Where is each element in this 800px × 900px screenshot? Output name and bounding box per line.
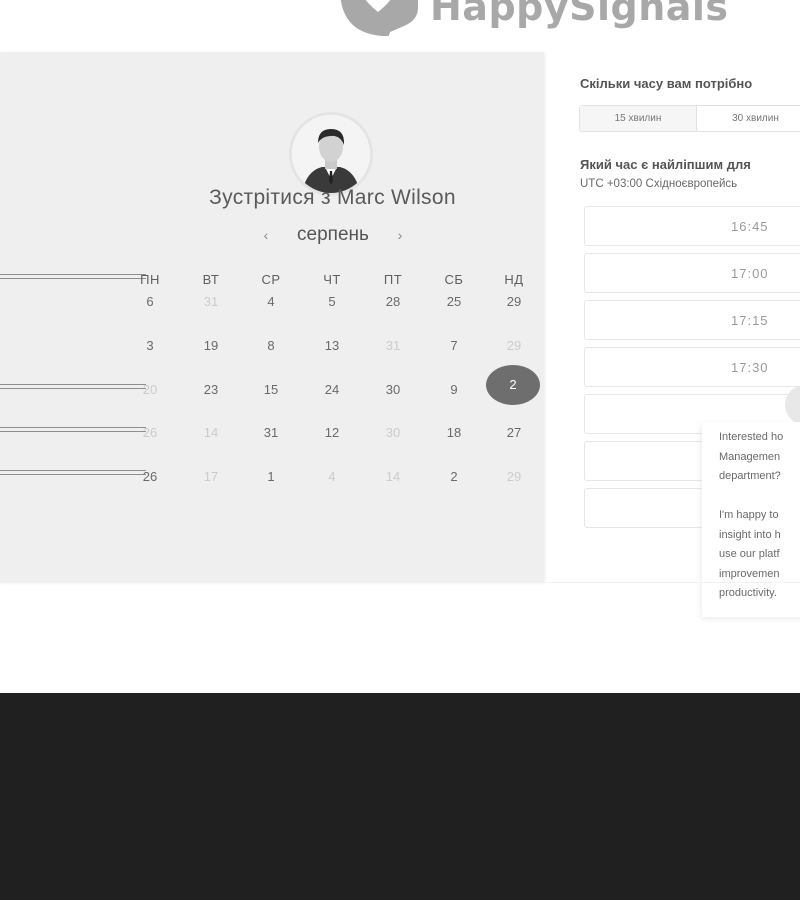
person-photo-icon — [292, 115, 370, 193]
divider — [0, 582, 800, 583]
duration-tabs: 15 хвилин 30 хвилин — [579, 105, 800, 132]
calendar-day[interactable]: 30 — [363, 382, 423, 397]
calendar-day[interactable]: 19 — [181, 338, 241, 353]
chat-line: Managemen — [719, 450, 781, 463]
calendar-day[interactable]: 4 — [241, 294, 301, 309]
calendar-day[interactable]: 8 — [241, 338, 301, 353]
chevron-right-icon[interactable]: › — [392, 227, 408, 243]
brand-name: HappySignals — [430, 0, 729, 29]
calendar-day[interactable]: 25 — [424, 294, 484, 309]
footer — [0, 693, 800, 900]
chat-line: Interested ho — [719, 431, 784, 443]
time-slot[interactable]: 17:00 — [584, 253, 800, 293]
chat-message-popup[interactable]: Interested ho Managemen department? I'm … — [702, 422, 800, 617]
calendar-panel: Зустрітися з Marc Wilson ‹ серпень › ПН В… — [0, 52, 544, 582]
time-slot[interactable]: 17:30 — [584, 347, 800, 387]
calendar-day[interactable]: 7 — [424, 338, 484, 353]
chat-line: use our platf — [719, 548, 780, 560]
calendar-day[interactable]: 6 — [120, 294, 180, 309]
calendar-day: 30 — [385, 425, 401, 440]
calendar-day[interactable]: 3 — [120, 338, 180, 353]
calendar-day: 17 — [203, 469, 219, 484]
calendar-day[interactable]: 29 — [484, 294, 544, 309]
calendar-day: 4 — [328, 469, 336, 484]
time-slot[interactable]: 17:15 — [584, 300, 800, 340]
calendar-day[interactable]: 5 — [302, 294, 362, 309]
calendar-day[interactable]: 31 — [241, 425, 301, 440]
meeting-title: Зустрітися з Marc Wilson — [209, 186, 456, 209]
weekday-header: ВТ — [202, 272, 220, 287]
calendar-day: 26 — [142, 425, 158, 440]
weekday-header: ПТ — [383, 272, 403, 287]
chat-line: insight into h — [719, 528, 781, 541]
calendar-day[interactable]: 18 — [424, 425, 484, 440]
chat-line: department? — [719, 470, 781, 482]
calendar-day: 29 — [506, 338, 522, 353]
calendar-day[interactable]: 28 — [363, 294, 423, 309]
calendar-day[interactable]: 27 — [484, 425, 544, 440]
time-slot[interactable]: 16:45 — [584, 206, 800, 246]
time-question: Який час є найліпшим для — [580, 157, 751, 172]
calendar-day: 31 — [385, 338, 401, 353]
calendar-day: 20 — [142, 382, 158, 397]
calendar-day[interactable]: 24 — [302, 382, 362, 397]
scheduling-page: HappySignals Зустрітися з Marc Wilson ‹ … — [0, 0, 800, 900]
duration-option-30[interactable]: 30 хвилин — [697, 106, 800, 131]
calendar-day[interactable]: 15 — [241, 382, 301, 397]
chevron-left-icon[interactable]: ‹ — [258, 227, 274, 243]
calendar-day[interactable]: 2 — [424, 469, 484, 484]
weekday-header: ПН — [140, 272, 160, 287]
chat-line: I'm happy to — [719, 509, 779, 521]
calendar-day: 14 — [203, 425, 219, 440]
month-label: серпень — [297, 224, 369, 245]
calendar-day[interactable]: 9 — [424, 382, 484, 397]
calendar-day[interactable]: 13 — [302, 338, 362, 353]
duration-question: Скільки часу вам потрібно — [580, 76, 753, 91]
weekday-header: НД — [504, 272, 524, 287]
timezone-label[interactable]: UTC +03:00 Східноєвропейсь — [580, 178, 737, 190]
calendar-day: 29 — [506, 469, 522, 484]
weekday-header: ЧТ — [323, 272, 341, 287]
chat-line: productivity. — [719, 587, 777, 599]
speech-heart-logo-icon — [340, 0, 418, 36]
avatar — [289, 112, 373, 196]
calendar-day: 31 — [203, 294, 219, 309]
weekday-header: СБ — [444, 272, 464, 287]
selected-day[interactable]: 2 — [483, 377, 543, 392]
month-navigation: ‹ серпень › — [258, 224, 408, 246]
calendar-day[interactable]: 26 — [120, 469, 180, 484]
brand-logo: HappySignals — [338, 0, 729, 36]
calendar-day[interactable]: 1 — [241, 469, 301, 484]
calendar-day: 14 — [385, 469, 401, 484]
duration-option-15[interactable]: 15 хвилин — [580, 106, 697, 131]
weekday-header: СР — [261, 272, 281, 287]
calendar-day[interactable]: 12 — [302, 425, 362, 440]
calendar-day[interactable]: 23 — [181, 382, 241, 397]
